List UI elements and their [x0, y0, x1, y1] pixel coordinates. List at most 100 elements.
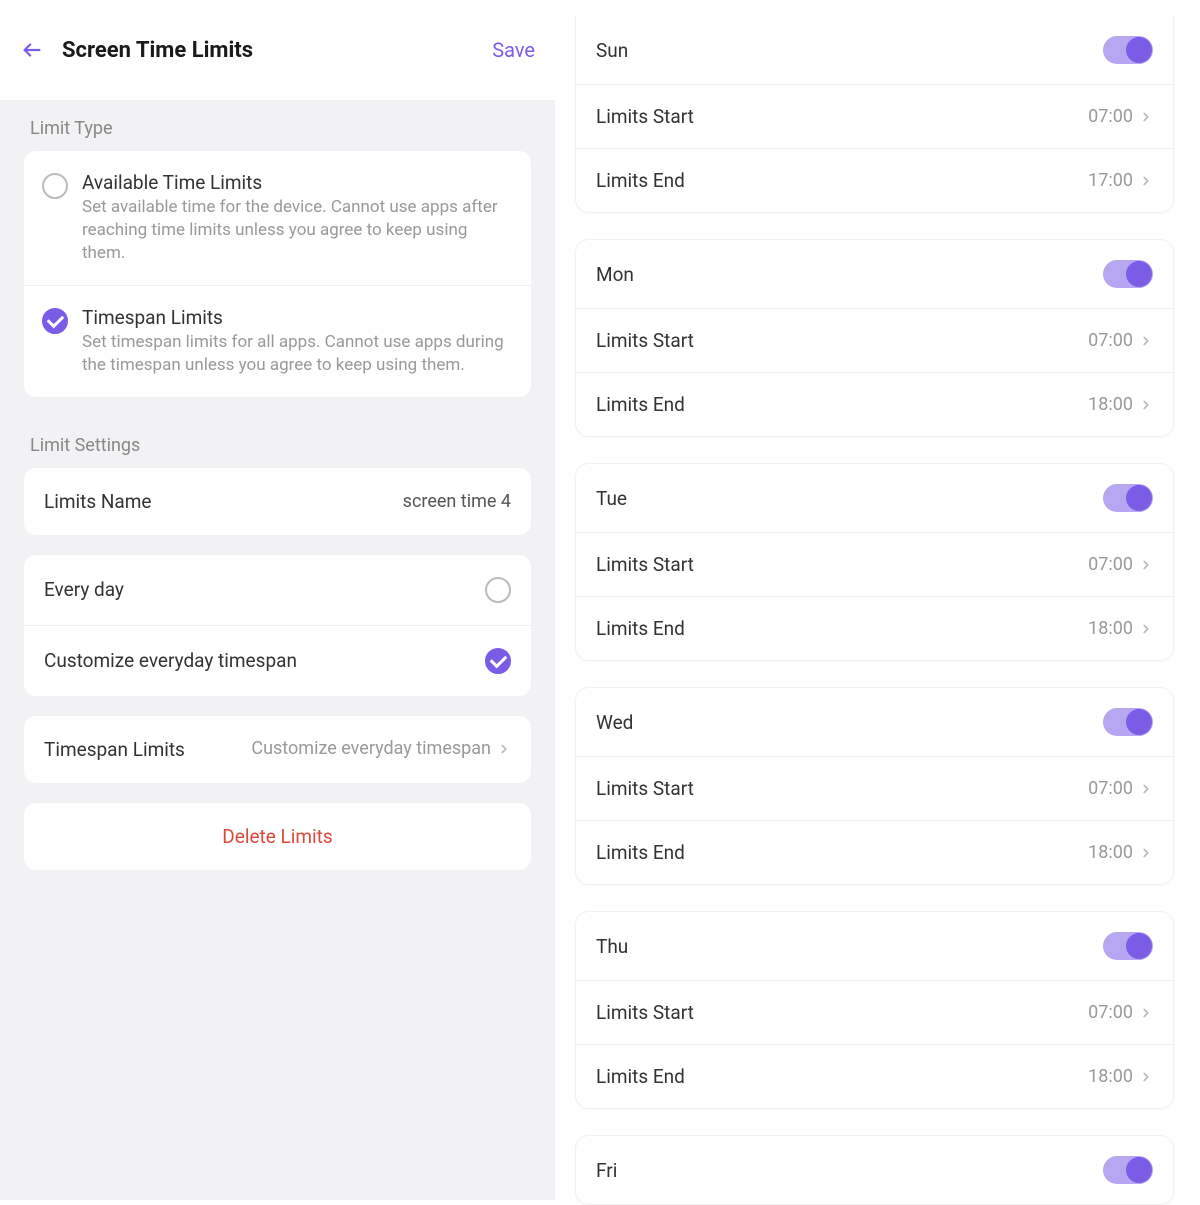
back-icon[interactable] [20, 38, 44, 62]
chevron-right-icon [1139, 398, 1153, 412]
option-title: Available Time Limits [82, 171, 513, 194]
day-card: Fri [575, 1135, 1174, 1205]
option-title: Timespan Limits [82, 306, 513, 329]
day-header: Mon [576, 240, 1173, 308]
limit-type-card: Available Time Limits Set available time… [24, 151, 531, 397]
day-name: Sun [596, 39, 628, 62]
limits-end-row[interactable]: Limits End 18:00 [576, 820, 1173, 884]
row-label: Limits End [596, 1065, 685, 1088]
row-label: Limits End [596, 393, 685, 416]
chevron-right-icon [497, 742, 511, 756]
option-available-time-limits[interactable]: Available Time Limits Set available time… [24, 151, 531, 285]
row-label: Limits End [596, 169, 685, 192]
day-card: Mon Limits Start 07:00 Limits End 18:00 [575, 239, 1174, 437]
chevron-right-icon [1139, 622, 1153, 636]
day-name: Fri [596, 1159, 617, 1182]
row-label: Limits End [596, 841, 685, 864]
chevron-right-icon [1139, 174, 1153, 188]
schedule-mode-card: Every day Customize everyday timespan [24, 555, 531, 696]
radio-icon [42, 173, 68, 199]
row-value: 18:00 [1088, 842, 1153, 863]
day-name: Mon [596, 263, 634, 286]
limits-start-row[interactable]: Limits Start 07:00 [576, 84, 1173, 148]
limits-end-row[interactable]: Limits End 18:00 [576, 372, 1173, 436]
day-header: Thu [576, 912, 1173, 980]
limits-start-row[interactable]: Limits Start 07:00 [576, 308, 1173, 372]
row-value: 18:00 [1088, 618, 1153, 639]
row-value: 07:00 [1088, 330, 1153, 351]
toggle-knob [1126, 485, 1152, 511]
day-card: Wed Limits Start 07:00 Limits End 18:00 [575, 687, 1174, 885]
row-value: 07:00 [1088, 554, 1153, 575]
option-desc: Set timespan limits for all apps. Cannot… [82, 331, 513, 377]
delete-limits-button[interactable]: Delete Limits [24, 803, 531, 870]
toggle-knob [1126, 1157, 1152, 1183]
day-card: Tue Limits Start 07:00 Limits End 18:00 [575, 463, 1174, 661]
limits-name-card[interactable]: Limits Name screen time 4 [24, 468, 531, 535]
limits-end-row[interactable]: Limits End 18:00 [576, 596, 1173, 660]
row-label: Limits Start [596, 329, 694, 352]
limits-start-row[interactable]: Limits Start 07:00 [576, 532, 1173, 596]
section-limit-type-label: Limit Type [0, 100, 555, 151]
row-value: 18:00 [1088, 394, 1153, 415]
row-value: 07:00 [1088, 106, 1153, 127]
toggle-knob [1126, 37, 1152, 63]
timespan-summary-row[interactable]: Timespan Limits Customize everyday times… [24, 716, 531, 783]
limits-start-row[interactable]: Limits Start 07:00 [576, 756, 1173, 820]
day-toggle[interactable] [1103, 1156, 1153, 1184]
settings-pane: Screen Time Limits Save Limit Type Avail… [0, 0, 555, 1200]
row-label: Limits Start [596, 105, 694, 128]
day-header: Sun [576, 16, 1173, 84]
row-value: 18:00 [1088, 1066, 1153, 1087]
row-label: Limits Start [596, 1001, 694, 1024]
limits-end-row[interactable]: Limits End 17:00 [576, 148, 1173, 212]
header: Screen Time Limits Save [0, 0, 555, 100]
row-label: Limits Start [596, 777, 694, 800]
toggle-knob [1126, 709, 1152, 735]
save-button[interactable]: Save [492, 38, 535, 62]
page-title: Screen Time Limits [62, 38, 492, 63]
day-toggle[interactable] [1103, 708, 1153, 736]
radio-icon [485, 577, 511, 603]
chevron-right-icon [1139, 782, 1153, 796]
section-limit-settings-label: Limit Settings [0, 417, 555, 468]
row-value: 17:00 [1088, 170, 1153, 191]
day-toggle[interactable] [1103, 260, 1153, 288]
day-name: Wed [596, 711, 633, 734]
row-label: Limits End [596, 617, 685, 640]
radio-icon [485, 648, 511, 674]
day-header: Wed [576, 688, 1173, 756]
day-schedule-pane: Sun Limits Start 07:00 Limits End 17:00 Mon… [555, 0, 1200, 1200]
option-desc: Set available time for the device. Canno… [82, 196, 513, 265]
chevron-right-icon [1139, 846, 1153, 860]
chevron-right-icon [1139, 334, 1153, 348]
chevron-right-icon [1139, 110, 1153, 124]
limits-end-row[interactable]: Limits End 18:00 [576, 1044, 1173, 1108]
limits-name-value: screen time 4 [403, 491, 511, 512]
day-toggle[interactable] [1103, 36, 1153, 64]
radio-icon [42, 308, 68, 334]
day-toggle[interactable] [1103, 484, 1153, 512]
option-customize-everyday[interactable]: Customize everyday timespan [24, 625, 531, 696]
option-timespan-limits[interactable]: Timespan Limits Set timespan limits for … [24, 285, 531, 397]
day-card: Thu Limits Start 07:00 Limits End 18:00 [575, 911, 1174, 1109]
row-value: 07:00 [1088, 778, 1153, 799]
chevron-right-icon [1139, 1070, 1153, 1084]
toggle-knob [1126, 261, 1152, 287]
chevron-right-icon [1139, 558, 1153, 572]
option-every-day[interactable]: Every day [24, 555, 531, 625]
row-label: Limits Start [596, 553, 694, 576]
limits-start-row[interactable]: Limits Start 07:00 [576, 980, 1173, 1044]
timespan-summary-value: Customize everyday timespan [251, 738, 491, 761]
day-name: Tue [596, 487, 627, 510]
day-card: Sun Limits Start 07:00 Limits End 17:00 [575, 16, 1174, 213]
day-name: Thu [596, 935, 628, 958]
day-toggle[interactable] [1103, 932, 1153, 960]
toggle-knob [1126, 933, 1152, 959]
option-label: Customize everyday timespan [44, 649, 297, 672]
limits-name-label: Limits Name [44, 490, 152, 513]
option-label: Every day [44, 578, 124, 601]
row-value: 07:00 [1088, 1002, 1153, 1023]
timespan-summary-label: Timespan Limits [44, 738, 185, 761]
chevron-right-icon [1139, 1006, 1153, 1020]
